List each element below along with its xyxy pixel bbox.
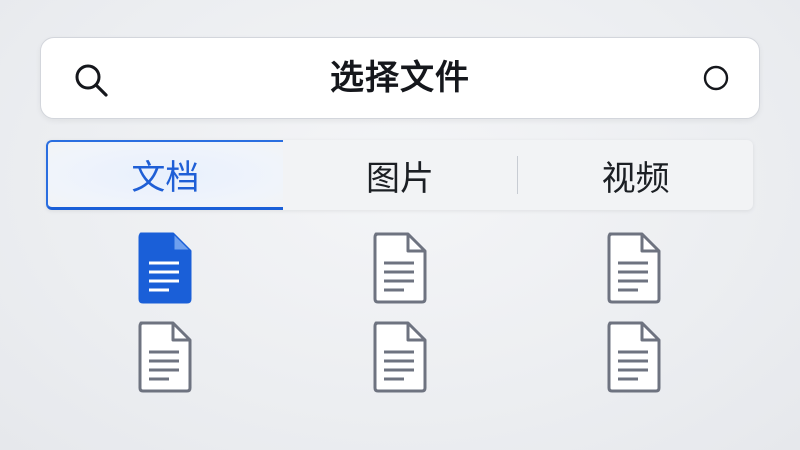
document-icon[interactable]: [604, 231, 664, 305]
document-icon[interactable]: [135, 320, 195, 394]
circle-icon[interactable]: [703, 65, 729, 91]
file-type-tabs: 文档 图片 视频: [46, 140, 753, 210]
document-icon[interactable]: [370, 231, 430, 305]
tab-label: 视频: [601, 158, 670, 199]
document-icon[interactable]: [604, 320, 664, 394]
tab-images[interactable]: 图片: [283, 140, 518, 210]
page-title: 选择文件: [330, 58, 470, 98]
tab-label: 图片: [366, 158, 434, 199]
tab-documents[interactable]: 文档: [46, 140, 283, 210]
tab-videos[interactable]: 视频: [518, 140, 753, 210]
search-bar[interactable]: 选择文件: [40, 37, 760, 119]
tab-label: 文档: [131, 158, 200, 198]
document-icon[interactable]: [135, 231, 195, 305]
document-icon[interactable]: [370, 320, 430, 394]
